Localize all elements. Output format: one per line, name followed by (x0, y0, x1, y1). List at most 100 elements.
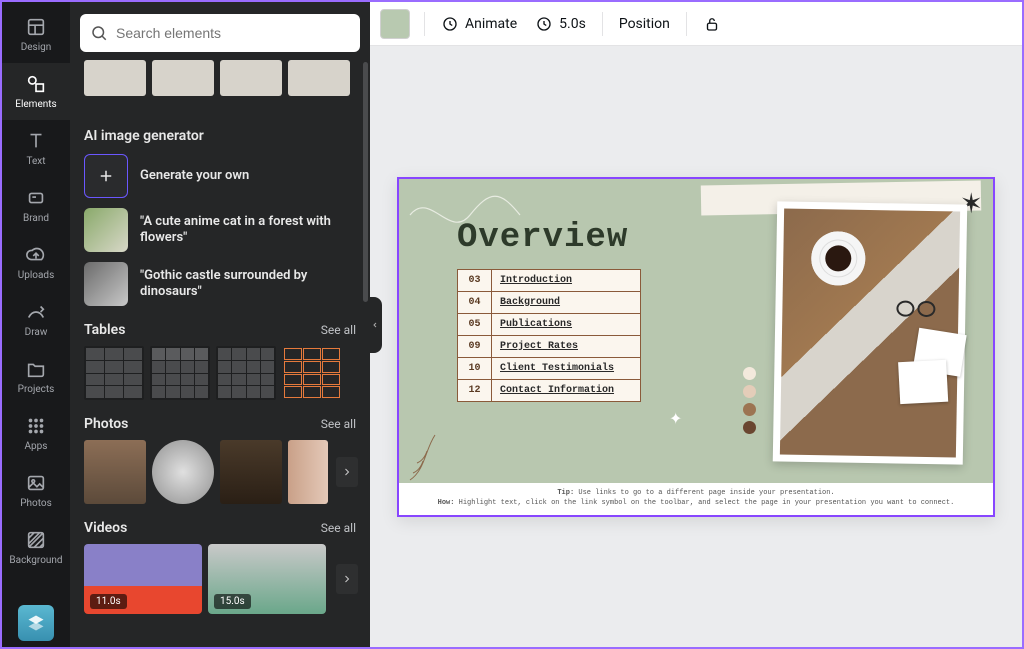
brand-icon (25, 187, 47, 209)
palette-dot (743, 367, 756, 380)
toc-link[interactable]: Introduction (492, 270, 640, 291)
rail-label: Photos (20, 498, 52, 509)
toc-row[interactable]: 04Background (458, 292, 640, 314)
ai-prompt-cat[interactable]: "A cute anime cat in a forest with flowe… (84, 208, 356, 252)
rail-item-text[interactable]: Text (2, 120, 70, 177)
rail-item-design[interactable]: Design (2, 6, 70, 63)
toc-row[interactable]: 09Project Rates (458, 336, 640, 358)
toc-row[interactable]: 10Client Testimonials (458, 358, 640, 380)
table-template[interactable] (216, 346, 276, 400)
rail-bottom-app[interactable] (18, 605, 54, 641)
polaroid-image (780, 208, 960, 457)
lock-icon (703, 15, 721, 33)
videos-title: Videos (84, 520, 127, 536)
video-thumb[interactable]: 15.0s (208, 544, 326, 614)
table-template[interactable] (150, 346, 210, 400)
ai-generate-own[interactable]: Generate your own (84, 154, 356, 198)
duration-button[interactable]: 5.0s (533, 11, 588, 37)
recent-thumb[interactable] (220, 60, 282, 96)
toc-row[interactable]: 03Introduction (458, 270, 640, 292)
leaf-decoration (405, 425, 465, 485)
slide-footer: Tip: Use links to go to a different page… (399, 483, 993, 515)
coffee-cup-decoration (811, 230, 866, 285)
ai-thumb (84, 262, 128, 306)
video-duration: 11.0s (90, 594, 127, 609)
rail-label: Elements (15, 99, 56, 110)
plus-thumb (84, 154, 128, 198)
tables-title: Tables (84, 322, 125, 338)
recent-thumb[interactable] (152, 60, 214, 96)
elements-panel: AI image generator Generate your own "A … (70, 2, 370, 647)
chevron-right-icon (341, 466, 353, 478)
animate-button[interactable]: Animate (439, 11, 519, 37)
toc-table[interactable]: 03Introduction 04Background 05Publicatio… (457, 269, 641, 402)
app-root: Design Elements Text Brand Uploads Draw … (0, 0, 1024, 649)
tip-label: Tip: (557, 489, 574, 497)
photos-seeall[interactable]: See all (321, 417, 356, 431)
ai-item-label: Generate your own (140, 168, 249, 184)
palette-dot (743, 403, 756, 416)
layout-icon (25, 16, 47, 38)
duration-label: 5.0s (559, 16, 586, 32)
palette-decoration (743, 367, 756, 434)
recent-thumb[interactable] (288, 60, 350, 96)
panel-collapse-handle[interactable] (368, 297, 382, 353)
photos-next[interactable] (336, 457, 358, 487)
video-duration: 15.0s (214, 594, 251, 609)
squares-icon (26, 613, 46, 633)
rail-item-background[interactable]: Background (2, 519, 70, 576)
rail-label: Design (21, 42, 52, 53)
toc-link[interactable]: Project Rates (492, 336, 640, 357)
rail-item-projects[interactable]: Projects (2, 348, 70, 405)
canvas-topbar: Animate 5.0s Position (370, 2, 1022, 46)
rail-item-apps[interactable]: Apps (2, 405, 70, 462)
animate-label: Animate (465, 16, 517, 32)
table-template[interactable] (282, 346, 342, 400)
rail-item-photos[interactable]: Photos (2, 462, 70, 519)
rail-item-elements[interactable]: Elements (2, 63, 70, 120)
tables-row (84, 346, 356, 400)
search-input-wrap[interactable] (80, 14, 360, 52)
position-button[interactable]: Position (617, 12, 672, 36)
hatch-icon (25, 529, 47, 551)
polaroid-frame[interactable] (773, 201, 968, 464)
toc-link[interactable]: Background (492, 292, 640, 313)
toc-link[interactable]: Client Testimonials (492, 358, 640, 379)
table-template[interactable] (84, 346, 144, 400)
ai-prompt-castle[interactable]: "Gothic castle surrounded by dinosaurs" (84, 262, 356, 306)
lock-button[interactable] (701, 11, 723, 37)
rail-item-draw[interactable]: Draw (2, 291, 70, 348)
video-thumb[interactable]: 11.0s (84, 544, 202, 614)
color-swatch[interactable] (380, 9, 410, 39)
videos-seeall[interactable]: See all (321, 521, 356, 535)
photo-thumb[interactable] (288, 440, 328, 504)
text-icon (25, 130, 47, 152)
search-icon (90, 24, 108, 42)
upload-icon (25, 244, 47, 266)
search-input[interactable] (116, 25, 350, 41)
tables-seeall[interactable]: See all (321, 323, 356, 337)
toc-link[interactable]: Contact Information (492, 380, 640, 401)
toc-num: 10 (458, 358, 492, 379)
rail-item-uploads[interactable]: Uploads (2, 234, 70, 291)
rail-item-brand[interactable]: Brand (2, 177, 70, 234)
toc-link[interactable]: Publications (492, 314, 640, 335)
photo-thumb[interactable] (84, 440, 146, 504)
glasses-decoration (896, 300, 940, 317)
draw-icon (25, 301, 47, 323)
sparkle-decoration: ✦ (669, 409, 682, 428)
toc-row[interactable]: 05Publications (458, 314, 640, 336)
photo-thumb[interactable] (152, 440, 214, 504)
apps-icon (25, 415, 47, 437)
canvas-wrap[interactable]: ✶ Overview 03Introduction 04Background 0… (370, 46, 1022, 647)
videos-row: 11.0s 15.0s (84, 544, 356, 614)
panel-scrollbar[interactable] (363, 62, 368, 302)
videos-next[interactable] (336, 564, 358, 594)
photo-thumb[interactable] (220, 440, 282, 504)
rail-label: Text (26, 156, 45, 167)
slide-title[interactable]: Overview (457, 219, 628, 257)
toc-row[interactable]: 12Contact Information (458, 380, 640, 401)
recent-thumb[interactable] (84, 60, 146, 96)
slide[interactable]: ✶ Overview 03Introduction 04Background 0… (397, 177, 995, 517)
mini-polaroid-decoration (898, 359, 948, 403)
